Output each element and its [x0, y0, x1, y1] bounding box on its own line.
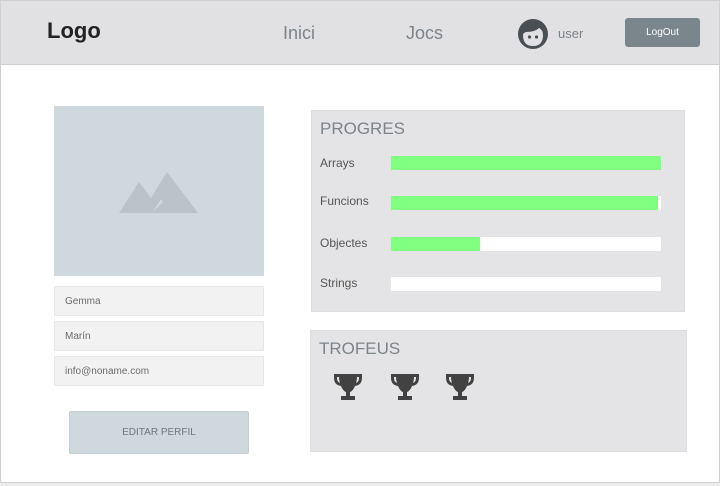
trophies-panel: TROFEUS [310, 330, 687, 452]
progress-bar-arrays [391, 156, 661, 170]
progress-bar-objectes [391, 237, 661, 251]
nav-inici[interactable]: Inici [283, 23, 315, 44]
username[interactable]: user [558, 26, 583, 41]
progress-bar-funcions [391, 196, 661, 210]
progress-title: PROGRES [320, 119, 406, 138]
logo[interactable]: Logo [47, 18, 101, 44]
trophies-title: TROFEUS [319, 339, 401, 358]
avatar-icon[interactable] [517, 18, 549, 50]
progress-bar-strings [391, 277, 661, 291]
profile-photo[interactable] [54, 106, 264, 276]
first-name-field[interactable]: Gemma [54, 286, 264, 316]
last-name-field[interactable]: Marín [54, 321, 264, 351]
edit-profile-button[interactable]: EDITAR PERFIL [69, 411, 249, 454]
app-page: Logo Inici Jocs user LogOut Gemma Marín … [0, 0, 720, 486]
trophy-icon[interactable] [443, 371, 477, 403]
image-placeholder-icon [119, 172, 198, 213]
progress-label-objectes: Objectes [320, 236, 368, 250]
progress-fill [391, 156, 661, 170]
trophy-icon[interactable] [331, 371, 365, 403]
progress-fill [391, 237, 481, 251]
email-field[interactable]: info@noname.com [54, 356, 264, 386]
trophy-icon[interactable] [388, 371, 422, 403]
header-bar: Logo Inici Jocs user LogOut [0, 0, 720, 65]
progress-label-arrays: Arrays [320, 156, 355, 170]
nav-jocs[interactable]: Jocs [406, 23, 443, 44]
progress-label-funcions: Funcions [320, 194, 369, 208]
progress-label-strings: Strings [320, 276, 358, 290]
progress-fill [391, 196, 659, 210]
logout-button[interactable]: LogOut [625, 18, 700, 47]
progress-panel: PROGRES Arrays Funcions Objectes Strings [311, 110, 685, 312]
